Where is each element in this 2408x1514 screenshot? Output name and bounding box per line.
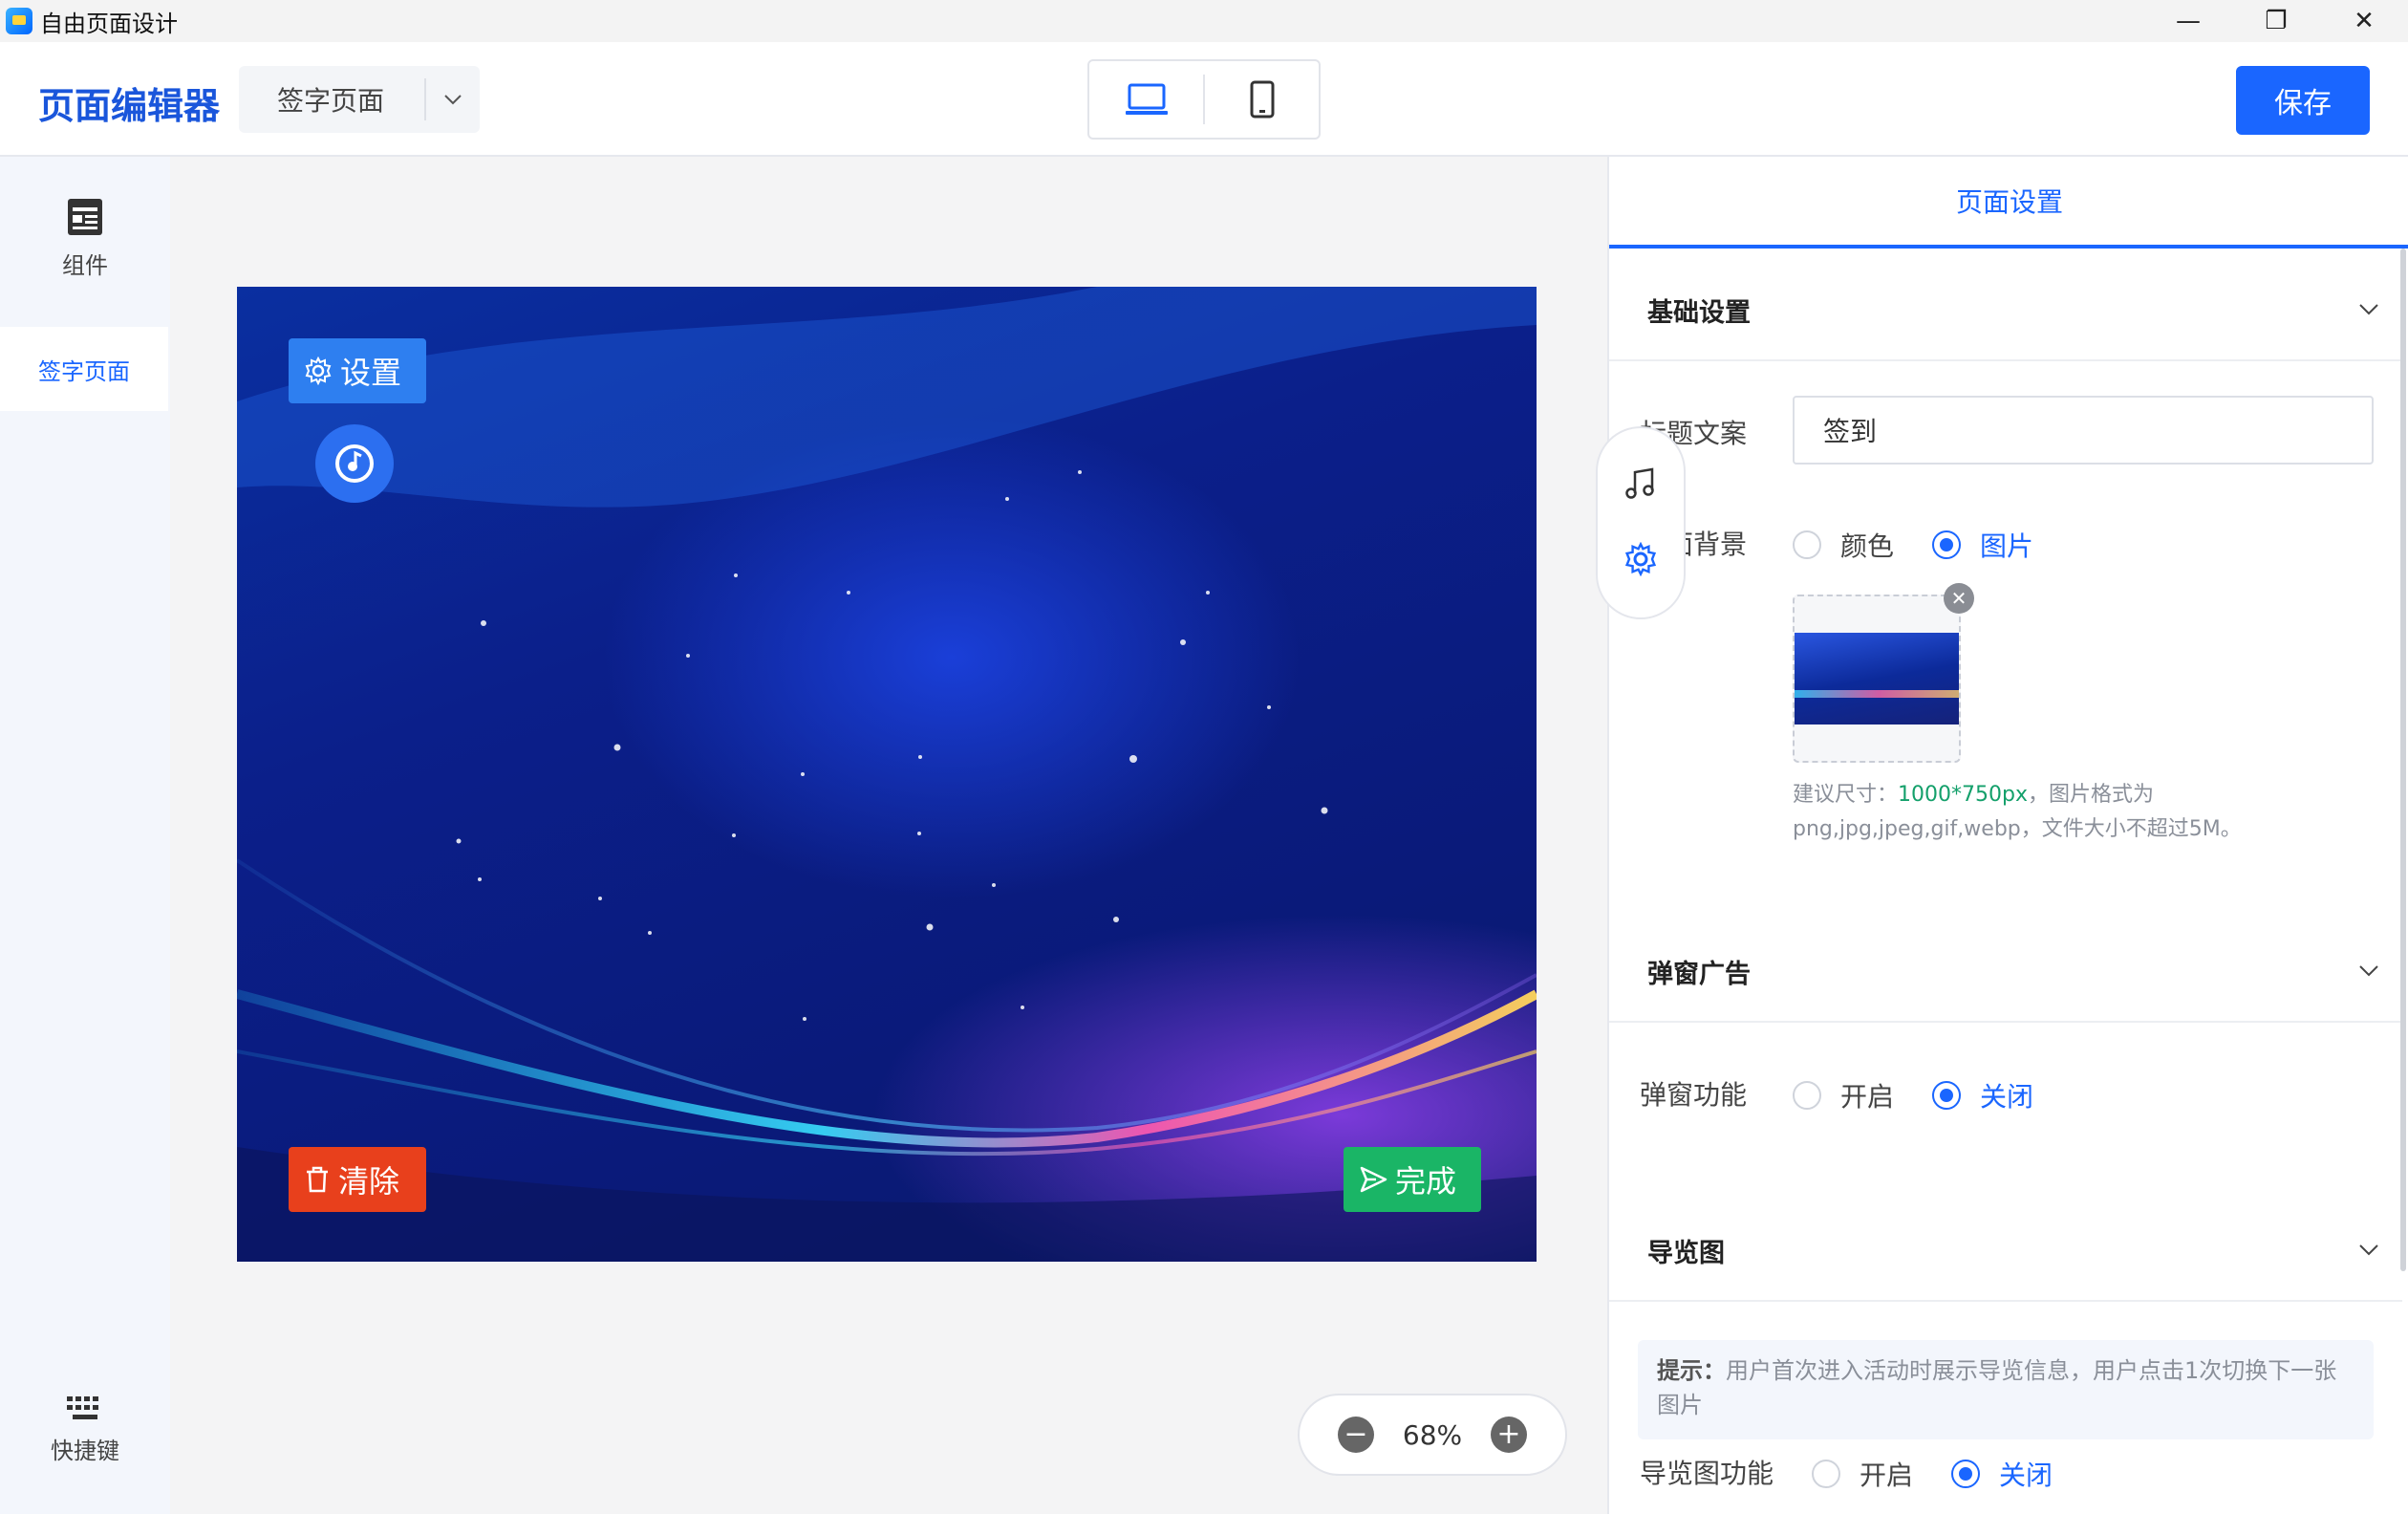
chevron-down-icon: [2359, 1244, 2378, 1256]
floating-toolbar: [1596, 426, 1686, 619]
keyboard-icon: [67, 1396, 98, 1419]
radio-popup-off[interactable]: [1932, 1081, 1962, 1110]
brand-title: 页面编辑器: [38, 85, 221, 127]
radio-popup-on[interactable]: [1793, 1081, 1821, 1110]
page-select-value: 签字页面: [277, 85, 385, 117]
radio-guide-on[interactable]: [1812, 1460, 1840, 1488]
chevron-down-icon[interactable]: [426, 94, 480, 105]
gear-icon[interactable]: [1623, 541, 1658, 580]
background-thumbnail: [1795, 633, 1959, 725]
popup-feature-label: 弹窗功能: [1640, 1079, 1748, 1111]
hint-prefix: 建议尺寸：: [1793, 783, 1899, 807]
title-text-input[interactable]: [1793, 396, 2374, 465]
gear-icon: [305, 357, 332, 385]
background-image: [237, 287, 1537, 1262]
tab-page-settings[interactable]: 页面设置: [1609, 157, 2408, 249]
section-title: 导览图: [1647, 1238, 1725, 1268]
device-toggle: [1087, 59, 1321, 140]
canvas-settings-label: 设置: [340, 355, 402, 391]
sidebar-label-components: 组件: [62, 252, 108, 279]
guide-feature-label: 导览图功能: [1640, 1458, 1774, 1489]
done-label: 完成: [1395, 1163, 1457, 1200]
zoom-control: − 68% +: [1298, 1394, 1567, 1476]
radio-guide-on-label[interactable]: 开启: [1860, 1455, 1913, 1493]
section-guide-image[interactable]: 导览图: [1609, 1200, 2402, 1302]
background-type-radio: 颜色 图片: [1793, 526, 2072, 564]
guide-feature-radio: 开启 关闭: [1812, 1455, 2091, 1493]
sidebar-item-sign-page[interactable]: 签字页面: [0, 327, 168, 411]
section-basic-settings[interactable]: 基础设置: [1609, 260, 2402, 361]
desktop-view-button[interactable]: [1089, 61, 1203, 138]
radio-image[interactable]: [1932, 530, 1962, 559]
popup-feature-radio: 开启 关闭: [1793, 1076, 2072, 1114]
minimize-button[interactable]: —: [2144, 0, 2232, 42]
section-popup-ad[interactable]: 弹窗广告: [1609, 921, 2402, 1023]
chevron-down-icon: [2359, 965, 2378, 977]
zoom-out-button[interactable]: −: [1338, 1417, 1374, 1453]
upload-hint: 建议尺寸：1000*750px，图片格式为png,jpg,jpeg,gif,we…: [1793, 778, 2383, 847]
radio-popup-off-label[interactable]: 关闭: [1980, 1076, 2033, 1114]
canvas-settings-button[interactable]: 设置: [289, 338, 426, 403]
save-button[interactable]: 保存: [2236, 66, 2370, 135]
components-icon: [68, 199, 102, 235]
sidebar-label-shortcuts: 快捷键: [51, 1438, 119, 1464]
guide-tip: 提示：用户首次进入活动时展示导览信息，用户点击1次切换下一张图片: [1638, 1340, 2374, 1439]
window-controls: — ❐ ✕: [2144, 0, 2408, 42]
music-icon[interactable]: [1623, 466, 1658, 505]
restore-button[interactable]: ❐: [2232, 0, 2320, 42]
music-player-button[interactable]: [315, 424, 394, 503]
music-disc-icon: [335, 444, 374, 483]
sidebar-item-components[interactable]: 组件: [0, 197, 170, 280]
laptop-icon: [1125, 83, 1168, 115]
tip-text: 用户首次进入活动时展示导览信息，用户点击1次切换下一张图片: [1657, 1357, 2337, 1418]
radio-popup-on-label[interactable]: 开启: [1840, 1076, 1894, 1114]
canvas-workspace: 设置 清除 完成 − 68% +: [170, 157, 1607, 1514]
section-title: 弹窗广告: [1647, 959, 1751, 989]
window-titlebar: 自由页面设计 — ❐ ✕: [0, 0, 2408, 42]
editor-header: 页面编辑器 签字页面 保存: [0, 42, 2408, 157]
tip-label: 提示：: [1657, 1357, 1726, 1384]
window-title: 自由页面设计: [40, 10, 178, 37]
send-icon: [1360, 1166, 1387, 1193]
radio-color[interactable]: [1793, 530, 1821, 559]
page-canvas[interactable]: 设置 清除 完成: [237, 287, 1537, 1262]
hint-size: 1000*750px: [1898, 783, 2028, 807]
radio-guide-off-label[interactable]: 关闭: [1999, 1455, 2053, 1493]
panel-scrollbar[interactable]: [2400, 249, 2406, 1271]
background-upload[interactable]: [1793, 595, 1961, 763]
phone-icon: [1250, 80, 1274, 119]
remove-image-button[interactable]: ✕: [1944, 583, 1974, 614]
trash-icon: [307, 1166, 328, 1193]
radio-guide-off[interactable]: [1951, 1460, 1981, 1488]
zoom-level: 68%: [1402, 1418, 1463, 1451]
radio-color-label[interactable]: 颜色: [1840, 526, 1894, 564]
radio-image-label[interactable]: 图片: [1980, 526, 2033, 564]
app-icon: [6, 8, 32, 34]
page-settings-panel: 页面设置 基础设置 标题文案 页面背景 颜色 图片 ✕ 建议尺寸：1000*75…: [1607, 157, 2408, 1514]
chevron-down-icon: [2359, 304, 2378, 315]
mobile-view-button[interactable]: [1205, 61, 1319, 138]
zoom-in-button[interactable]: +: [1490, 1417, 1527, 1453]
clear-button[interactable]: 清除: [289, 1147, 426, 1212]
left-sidebar: 组件 签字页面 快捷键: [0, 157, 170, 1514]
close-button[interactable]: ✕: [2320, 0, 2408, 42]
page-select-dropdown[interactable]: 签字页面: [239, 66, 480, 133]
done-button[interactable]: 完成: [1344, 1147, 1481, 1212]
clear-label: 清除: [338, 1163, 400, 1200]
section-title: 基础设置: [1647, 297, 1751, 328]
sidebar-item-shortcuts[interactable]: 快捷键: [0, 1394, 170, 1465]
